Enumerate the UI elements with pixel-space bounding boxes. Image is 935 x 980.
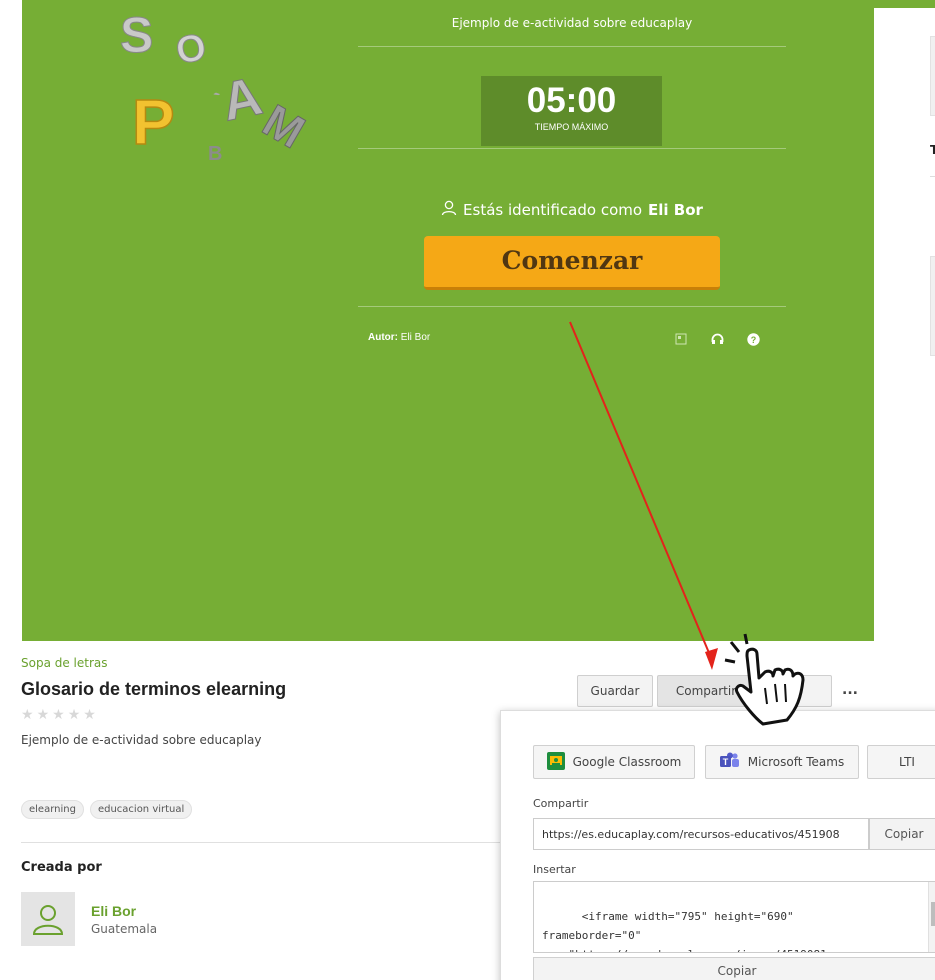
- svg-text:?: ?: [750, 335, 756, 345]
- rating-stars[interactable]: ★ ★ ★ ★ ★: [21, 707, 96, 723]
- sidebar-card: [930, 36, 935, 116]
- divider: [358, 46, 786, 47]
- divider: [21, 842, 501, 843]
- embed-scrollbar[interactable]: [928, 882, 935, 952]
- divider: [358, 306, 786, 307]
- creator-country: Guatemala: [91, 922, 158, 936]
- google-classroom-icon: [546, 751, 565, 773]
- activity-title: Glosario de terminos elearning: [21, 679, 287, 699]
- star-icon[interactable]: ★: [83, 707, 96, 723]
- top-strip-accent: [22, 0, 935, 8]
- svg-text:P: P: [132, 86, 175, 158]
- embed-code-text: <iframe width="795" height="690" framebo…: [542, 910, 833, 952]
- scrollbar-thumb[interactable]: [931, 902, 935, 926]
- tag-list: elearning educacion virtual: [21, 800, 193, 819]
- lti-button[interactable]: LTI: [867, 745, 935, 779]
- sidebar-card: [930, 256, 935, 356]
- timer-box: 05:00 TIEMPO MÁXIMO: [481, 76, 662, 146]
- user-icon: [441, 200, 457, 220]
- created-by-label: Creada por: [21, 860, 102, 875]
- timer-value: 05:00: [526, 81, 617, 120]
- svg-text:T: T: [723, 757, 729, 767]
- avatar[interactable]: [21, 892, 75, 946]
- star-icon[interactable]: ★: [37, 707, 50, 723]
- activity-type-link[interactable]: Sopa de letras: [21, 656, 108, 670]
- star-icon[interactable]: ★: [68, 707, 81, 723]
- svg-text:A: A: [217, 66, 268, 133]
- more-button[interactable]: ...: [842, 682, 858, 698]
- author-line: Autor: Eli Bor: [368, 332, 430, 343]
- google-classroom-label: Google Classroom: [572, 755, 682, 769]
- extra-button[interactable]: [760, 675, 832, 707]
- identified-user: Eli Bor: [648, 201, 703, 219]
- microsoft-teams-button[interactable]: T Microsoft Teams: [705, 745, 859, 779]
- tag[interactable]: elearning: [21, 800, 84, 819]
- svg-text:B: B: [208, 143, 222, 165]
- game-preview: S O P A M B ` Ejemplo de e-actividad sob…: [22, 8, 874, 641]
- start-button[interactable]: Comenzar: [424, 236, 720, 290]
- headphones-icon[interactable]: [710, 332, 724, 346]
- identified-message: Estás identificado como Eli Bor: [358, 200, 786, 220]
- svg-text:M: M: [254, 94, 313, 158]
- fullscreen-icon[interactable]: [674, 332, 688, 346]
- page: S O P A M B ` Ejemplo de e-actividad sob…: [0, 0, 935, 980]
- divider: [930, 176, 935, 177]
- identified-prefix: Estás identificado como: [463, 201, 643, 219]
- save-button[interactable]: Guardar: [577, 675, 653, 707]
- right-sidebar: T: [874, 8, 935, 648]
- activity-description: Ejemplo de e-actividad sobre educaplay: [21, 733, 262, 747]
- tag[interactable]: educacion virtual: [89, 800, 193, 819]
- author-label: Autor:: [368, 332, 398, 343]
- game-toolbar: ?: [674, 332, 760, 346]
- game-description: Ejemplo de e-actividad sobre educaplay: [451, 16, 693, 30]
- share-panel: Google Classroom T Microsoft Teams LTI C…: [500, 710, 935, 980]
- copy-embed-button[interactable]: Copiar: [533, 957, 935, 980]
- timer-label: TIEMPO MÁXIMO: [534, 122, 609, 132]
- sidebar-heading-fragment: T: [930, 143, 935, 157]
- copy-url-button[interactable]: Copiar: [869, 818, 935, 850]
- creator-name-link[interactable]: Eli Bor: [91, 903, 136, 919]
- help-icon[interactable]: ?: [746, 332, 760, 346]
- share-button[interactable]: Compartir: [657, 675, 755, 707]
- svg-text:O: O: [173, 26, 209, 72]
- divider: [358, 148, 786, 149]
- star-icon[interactable]: ★: [52, 707, 65, 723]
- embed-label: Insertar: [533, 863, 576, 876]
- sopa-de-letras-logo: S O P A M B `: [120, 8, 315, 165]
- star-icon[interactable]: ★: [21, 707, 34, 723]
- author-name: Eli Bor: [400, 332, 431, 343]
- share-label: Compartir: [533, 797, 589, 810]
- embed-code-field[interactable]: <iframe width="795" height="690" framebo…: [533, 881, 935, 953]
- google-classroom-button[interactable]: Google Classroom: [533, 745, 695, 779]
- share-url-field[interactable]: https://es.educaplay.com/recursos-educat…: [533, 818, 869, 850]
- microsoft-teams-icon: T: [719, 752, 740, 773]
- svg-text:S: S: [120, 8, 153, 63]
- microsoft-teams-label: Microsoft Teams: [747, 755, 845, 769]
- user-avatar-icon: [32, 905, 64, 935]
